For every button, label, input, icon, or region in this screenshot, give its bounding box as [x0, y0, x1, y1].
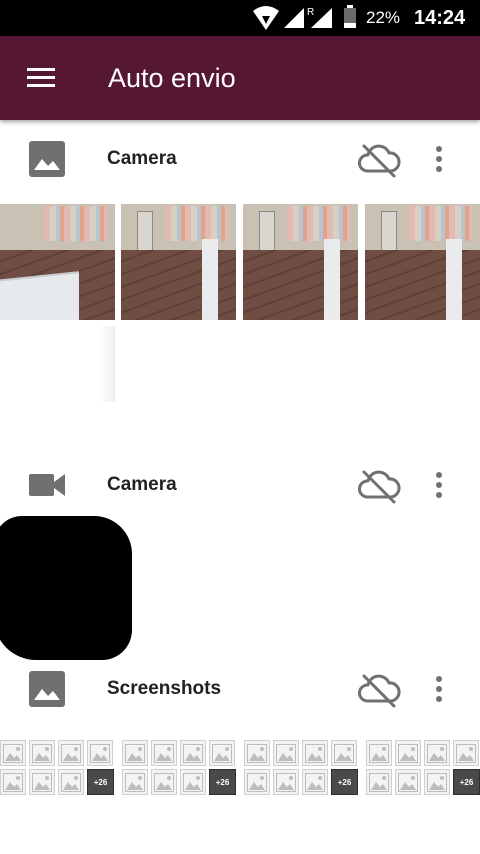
status-bar: R 22% 14:24 — [0, 0, 480, 36]
page-title: Auto envio — [108, 62, 236, 93]
image-placeholder-icon — [58, 740, 84, 766]
photo-icon — [29, 671, 65, 707]
photo-icon — [29, 141, 65, 177]
image-placeholder-icon — [151, 740, 177, 766]
image-placeholder-icon — [395, 740, 421, 766]
navigation-menu-button[interactable] — [18, 56, 66, 100]
cloud-off-icon[interactable] — [356, 138, 402, 180]
image-placeholder-icon — [58, 769, 84, 795]
battery-percent: 22% — [366, 8, 401, 27]
folder-name: Camera — [107, 148, 177, 169]
photo-thumbnail[interactable] — [243, 204, 358, 320]
image-placeholder-icon — [424, 740, 450, 766]
photo-thumbnail-loading[interactable] — [0, 326, 115, 402]
video-thumbnail[interactable] — [0, 516, 132, 660]
more-count-badge[interactable]: +26 — [331, 769, 358, 795]
videocam-icon — [29, 474, 65, 496]
image-placeholder-icon — [29, 769, 55, 795]
photo-thumbnail[interactable] — [365, 204, 480, 320]
roaming-signal-icon: R — [307, 7, 332, 28]
folder-row-camera-photos[interactable]: Camera — [0, 120, 480, 198]
image-placeholder-icon — [180, 769, 206, 795]
menu-icon — [27, 68, 55, 71]
screenshot-thumbnail-group[interactable]: +26 — [0, 740, 116, 796]
image-placeholder-icon — [366, 740, 392, 766]
screenshot-thumbnail-group[interactable]: +26 — [122, 740, 238, 796]
image-placeholder-icon — [366, 769, 392, 795]
image-placeholder-icon — [244, 740, 270, 766]
folder-row-screenshots[interactable]: Screenshots — [0, 650, 480, 728]
battery-icon — [344, 5, 356, 28]
image-placeholder-icon — [273, 740, 299, 766]
clock: 14:24 — [414, 6, 466, 29]
cellular-signal-icon — [284, 8, 304, 28]
image-placeholder-icon — [0, 769, 26, 795]
cloud-off-icon[interactable] — [356, 668, 402, 710]
app-bar: Auto envio — [0, 36, 480, 120]
folder-name: Camera — [107, 474, 177, 495]
more-vert-icon[interactable] — [422, 667, 456, 711]
image-placeholder-icon — [331, 740, 357, 766]
image-placeholder-icon — [244, 769, 270, 795]
image-placeholder-icon — [122, 740, 148, 766]
image-placeholder-icon — [151, 769, 177, 795]
more-count-badge[interactable]: +26 — [87, 769, 114, 795]
image-placeholder-icon — [87, 740, 113, 766]
screenshot-thumbnail-group[interactable]: +26 — [366, 740, 480, 796]
photo-thumbnail[interactable] — [0, 204, 115, 320]
svg-text:R: R — [307, 7, 314, 18]
image-placeholder-icon — [453, 740, 479, 766]
more-vert-icon[interactable] — [422, 463, 456, 507]
image-placeholder-icon — [424, 769, 450, 795]
cloud-off-icon[interactable] — [356, 464, 402, 506]
image-placeholder-icon — [395, 769, 421, 795]
camera-photo-grid — [0, 204, 480, 320]
folder-name: Screenshots — [107, 678, 222, 699]
more-count-badge[interactable]: +26 — [453, 769, 480, 795]
image-placeholder-icon — [0, 740, 26, 766]
more-count-badge[interactable]: +26 — [209, 769, 236, 795]
wifi-icon — [253, 6, 279, 30]
image-placeholder-icon — [302, 769, 328, 795]
image-placeholder-icon — [209, 740, 235, 766]
image-placeholder-icon — [180, 740, 206, 766]
image-placeholder-icon — [122, 769, 148, 795]
photo-thumbnail[interactable] — [121, 204, 236, 320]
more-vert-icon[interactable] — [422, 137, 456, 181]
folder-row-camera-videos[interactable]: Camera — [0, 446, 480, 524]
image-placeholder-icon — [302, 740, 328, 766]
image-placeholder-icon — [29, 740, 55, 766]
screenshot-thumbnail-group[interactable]: +26 — [244, 740, 360, 796]
image-placeholder-icon — [273, 769, 299, 795]
